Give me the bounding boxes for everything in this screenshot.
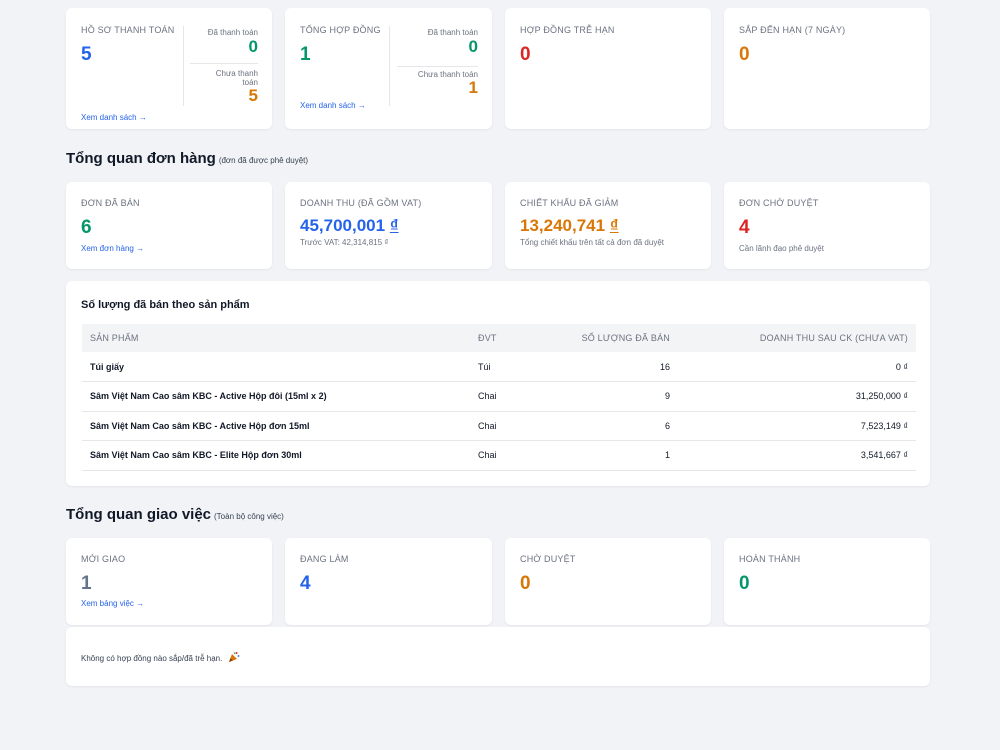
revenue-amount: 45,700,001	[300, 216, 386, 235]
pending-value: 4	[739, 217, 750, 238]
pending-sub: Cần lãnh đạo phê duyệt	[739, 244, 824, 253]
due-soon-card: SẮP ĐẾN HẠN (7 NGÀY) 0	[724, 8, 930, 129]
orders-section-title: Tổng quan đơn hàng (đơn đã được phê duyệt…	[66, 150, 308, 167]
contracts-total-card: TỔNG HỢP ĐỒNG 1 Xem danh sách → Đã thanh…	[285, 8, 492, 129]
party-popper-icon	[228, 651, 240, 665]
col-unit: ĐVT	[478, 324, 524, 352]
discount-value: 13,240,741 ₫	[520, 215, 619, 237]
payment-files-divider	[183, 26, 184, 106]
paid-label: Đã thanh toán	[207, 28, 258, 37]
orders-sold-value: 6	[81, 217, 92, 238]
revenue-label: DOANH THU (ĐÃ GỒM VAT)	[300, 198, 422, 208]
tasks-review-value: 0	[520, 573, 531, 594]
col-revenue: DOANH THU SAU CK (CHƯA VAT)	[670, 324, 916, 352]
revenue-before-vat: Trước VAT: 42,314,815 ₫	[300, 238, 389, 247]
tasks-done-card: HOÀN THÀNH 0	[724, 538, 930, 625]
overdue-value: 0	[520, 44, 531, 65]
revenue-currency: ₫	[389, 216, 399, 235]
product-revenue: 0 ₫	[670, 352, 916, 382]
tasks-review-card: CHỜ DUYỆT 0	[505, 538, 711, 625]
payment-files-card: HỒ SƠ THANH TOÁN 5 Xem danh sách → Đã th…	[66, 8, 272, 129]
product-unit: Chai	[478, 411, 524, 441]
tasks-review-label: CHỜ DUYỆT	[520, 554, 576, 564]
product-qty: 9	[524, 381, 670, 412]
tasks-new-value: 1	[81, 573, 92, 594]
product-revenue: 31,250,000 ₫	[670, 381, 916, 412]
table-row: Sâm Việt Nam Cao sâm KBC - Active Hộp đơ…	[82, 411, 916, 441]
discount-amount: 13,240,741	[520, 216, 606, 235]
product-unit: Chai	[478, 381, 524, 412]
contracts-list-link[interactable]: Xem danh sách →	[300, 101, 366, 110]
overdue-contracts-card: HỢP ĐỒNG TRỄ HẠN 0	[505, 8, 711, 129]
products-table-header: SẢN PHẨM ĐVT SỐ LƯỢNG ĐÃ BÁN DOANH THU S…	[82, 324, 916, 352]
tasks-doing-label: ĐANG LÀM	[300, 554, 349, 564]
product-name: Sâm Việt Nam Cao sâm KBC - Active Hộp đô…	[82, 381, 478, 412]
tasks-done-value: 0	[739, 573, 750, 594]
contracts-hdivider	[397, 66, 478, 67]
contracts-unpaid: Chưa thanh toán 1	[418, 70, 478, 97]
due-soon-value: 0	[739, 44, 750, 65]
table-row: Túi giấy Túi 16 0 ₫	[82, 352, 916, 382]
orders-sold-card: ĐƠN ĐÃ BÁN 6 Xem đơn hàng →	[66, 182, 272, 269]
table-row: Sâm Việt Nam Cao sâm KBC - Active Hộp đô…	[82, 381, 916, 412]
notice-row: Không có hợp đồng nào sắp/đã trễ hạn.	[81, 651, 240, 665]
discount-currency: ₫	[609, 216, 619, 235]
pending-label: ĐƠN CHỜ DUYỆT	[739, 198, 819, 208]
payment-files-label: HỒ SƠ THANH TOÁN	[81, 25, 175, 35]
revenue-card: DOANH THU (ĐÃ GỒM VAT) 45,700,001 ₫ Trướ…	[285, 182, 492, 269]
tasks-section-title: Tổng quan giao việc (Toàn bộ công việc)	[66, 506, 284, 523]
product-unit: Chai	[478, 440, 524, 471]
orders-title: Tổng quan đơn hàng	[66, 150, 216, 167]
product-name: Sâm Việt Nam Cao sâm KBC - Active Hộp đơ…	[82, 411, 478, 441]
discount-label: CHIẾT KHẤU ĐÃ GIẢM	[520, 198, 619, 208]
tasks-new-label: MỚI GIAO	[81, 554, 126, 564]
product-unit: Túi	[478, 352, 524, 382]
col-qty: SỐ LƯỢNG ĐÃ BÁN	[524, 324, 670, 352]
pending-orders-card: ĐƠN CHỜ DUYỆT 4 Cần lãnh đạo phê duyệt	[724, 182, 930, 269]
contracts-total-label: TỔNG HỢP ĐỒNG	[300, 25, 381, 35]
product-name: Sâm Việt Nam Cao sâm KBC - Elite Hộp đơn…	[82, 440, 478, 471]
payment-files-hdivider	[190, 63, 258, 64]
product-revenue: 7,523,149 ₫	[670, 411, 916, 441]
col-product: SẢN PHẨM	[82, 324, 478, 352]
revenue-value: 45,700,001 ₫	[300, 215, 399, 237]
orders-subtitle: (đơn đã được phê duyệt)	[218, 156, 309, 165]
contracts-unpaid-value: 1	[468, 78, 478, 97]
tasks-doing-value: 4	[300, 573, 311, 594]
contracts-total-value: 1	[300, 44, 311, 65]
due-soon-label: SẮP ĐẾN HẠN (7 NGÀY)	[739, 25, 846, 35]
contracts-divider	[389, 26, 390, 106]
discount-card: CHIẾT KHẤU ĐÃ GIẢM 13,240,741 ₫ Tổng chi…	[505, 182, 711, 269]
contracts-paid: Đã thanh toán 0	[428, 28, 478, 57]
discount-sub: Tổng chiết khấu trên tất cả đơn đã duyệt	[520, 238, 665, 247]
tasks-done-label: HOÀN THÀNH	[739, 554, 801, 564]
tasks-doing-card: ĐANG LÀM 4	[285, 538, 492, 625]
tasks-subtitle: (Toàn bộ công việc)	[214, 512, 284, 521]
product-qty: 1	[524, 440, 670, 471]
orders-view-link[interactable]: Xem đơn hàng →	[81, 244, 144, 253]
product-revenue: 3,541,667 ₫	[670, 440, 916, 471]
tasks-board-link[interactable]: Xem bảng việc →	[81, 599, 144, 608]
tasks-title: Tổng quan giao việc	[66, 506, 212, 523]
unpaid-label-1: Chưa thanh	[215, 69, 258, 78]
contracts-paid-label: Đã thanh toán	[427, 28, 478, 37]
notice-card: Không có hợp đồng nào sắp/đã trễ hạn.	[66, 627, 930, 686]
payment-files-unpaid: Chưa thanh toán 5	[216, 69, 258, 105]
unpaid-value: 5	[248, 86, 258, 105]
payment-files-list-link[interactable]: Xem danh sách →	[81, 113, 147, 122]
paid-value: 0	[248, 37, 258, 56]
product-qty: 6	[524, 411, 670, 441]
product-qty: 16	[524, 352, 670, 382]
table-row: Sâm Việt Nam Cao sâm KBC - Elite Hộp đơn…	[82, 440, 916, 471]
contracts-paid-value: 0	[468, 37, 478, 56]
payment-files-paid: Đã thanh toán 0	[208, 28, 258, 57]
overdue-label: HỢP ĐỒNG TRỄ HẠN	[520, 25, 615, 35]
tasks-new-card: MỚI GIAO 1 Xem bảng việc →	[66, 538, 272, 625]
payment-files-value: 5	[81, 44, 92, 65]
products-table: SẢN PHẨM ĐVT SỐ LƯỢNG ĐÃ BÁN DOANH THU S…	[82, 324, 916, 471]
products-title: Số lượng đã bán theo sản phẩm	[81, 299, 250, 311]
notice-text: Không có hợp đồng nào sắp/đã trễ hạn.	[81, 654, 223, 663]
orders-sold-label: ĐƠN ĐÃ BÁN	[81, 198, 140, 208]
product-name: Túi giấy	[82, 352, 478, 382]
